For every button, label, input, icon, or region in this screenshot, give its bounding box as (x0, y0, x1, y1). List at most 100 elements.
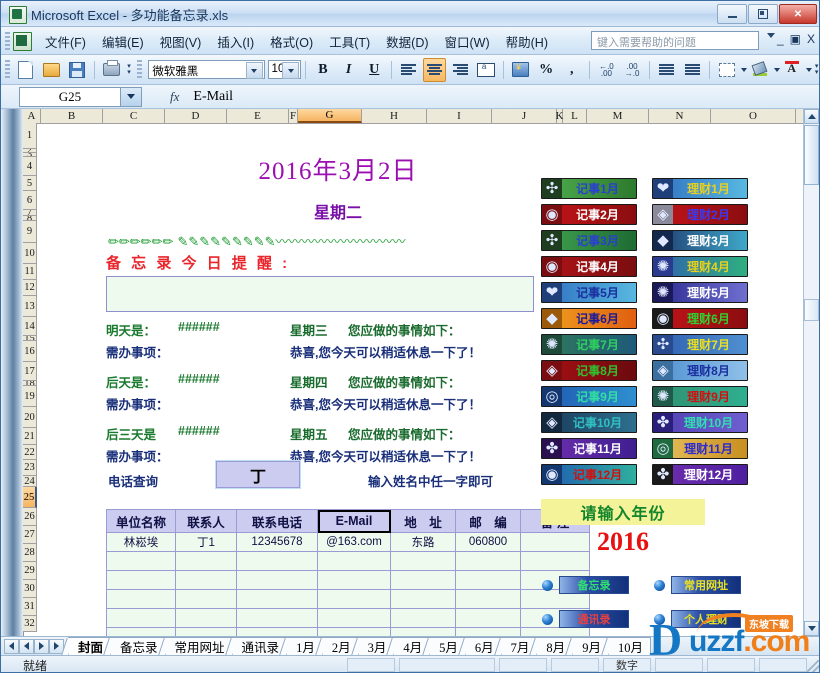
formula-input[interactable]: E-Mail (193, 89, 233, 105)
toolbar-grip-handle[interactable] (5, 59, 10, 80)
row-header-24[interactable]: 24 (23, 476, 37, 487)
row-header-17[interactable]: 17 (23, 362, 37, 381)
finance-button-5[interactable]: ✺ 理财5月 (652, 282, 748, 303)
next-sheet-button[interactable] (34, 638, 49, 654)
contacts-cell-r4-c2[interactable] (236, 608, 318, 628)
contacts-cell-r0-c0[interactable]: 林崧埃 (106, 532, 176, 552)
year-input-value[interactable]: 2016 (541, 527, 705, 557)
column-header-B[interactable]: B (41, 109, 103, 123)
split-pane-grip[interactable] (804, 299, 819, 321)
contacts-cell-r5-c3[interactable] (317, 627, 391, 636)
row-header-6[interactable]: 6 (23, 191, 37, 210)
nav-button-3[interactable]: 个人理财 (671, 610, 741, 628)
minimize-button[interactable] (717, 4, 747, 24)
contacts-cell-r1-c0[interactable] (106, 551, 176, 571)
finance-button-6[interactable]: ◉ 理财6月 (652, 308, 748, 329)
contacts-header-2[interactable]: 联系电话 (236, 509, 318, 533)
bold-button[interactable]: B (311, 58, 335, 82)
vertical-scroll-thumb[interactable] (804, 125, 819, 185)
diary-button-7[interactable]: ✺ 记事7月 (541, 334, 637, 355)
diary-button-10[interactable]: ◈ 记事10月 (541, 412, 637, 433)
italic-button[interactable]: I (337, 58, 361, 82)
name-box-chevron-down-icon[interactable] (121, 86, 142, 107)
save-icon[interactable] (65, 58, 89, 82)
row-header-13[interactable]: 13 (23, 296, 37, 317)
window-resize-grip[interactable] (807, 660, 819, 672)
table-row[interactable] (106, 551, 590, 571)
column-header-J[interactable]: J (492, 109, 557, 123)
row-header-22[interactable]: 22 (23, 445, 37, 460)
row-header-32[interactable]: 32 (23, 616, 37, 632)
ask-a-question-input[interactable]: 键入需要帮助的问题 (591, 31, 759, 50)
column-header-C[interactable]: C (103, 109, 165, 123)
row-header-10[interactable]: 10 (23, 243, 37, 264)
diary-button-6[interactable]: ◆ 记事6月 (541, 308, 637, 329)
row-header-23[interactable]: 23 (23, 460, 37, 476)
contacts-cell-r5-c2[interactable] (236, 627, 318, 636)
contacts-cell-r1-c4[interactable] (390, 551, 456, 571)
align-left-icon[interactable] (397, 58, 421, 82)
nav-button-2[interactable]: 通讯录 (559, 610, 629, 628)
contacts-cell-r2-c5[interactable] (455, 570, 521, 590)
contacts-cell-r3-c3[interactable] (317, 589, 391, 609)
column-header-E[interactable]: E (227, 109, 289, 123)
row-header-14[interactable]: 14 (23, 317, 37, 336)
row-header-12[interactable]: 12 (23, 280, 37, 296)
row-header-4[interactable]: 4 (23, 157, 37, 176)
column-header-L[interactable]: L (563, 109, 587, 123)
doc-minimize-button[interactable]: _ (777, 33, 784, 45)
nav-button-0[interactable]: 备忘录 (559, 576, 629, 594)
menu-item-4[interactable]: 格式(O) (262, 29, 321, 54)
decrease-indent-icon[interactable] (655, 58, 679, 82)
formatting-toolbar-grip-handle[interactable] (137, 59, 143, 80)
menu-item-8[interactable]: 帮助(H) (498, 29, 556, 54)
contacts-cell-r4-c0[interactable] (106, 608, 176, 628)
font-size-combo[interactable]: 10.5 (267, 60, 302, 79)
contacts-header-1[interactable]: 联系人 (175, 509, 237, 533)
comma-format-icon[interactable]: , (560, 58, 584, 82)
contacts-cell-r3-c0[interactable] (106, 589, 176, 609)
menu-item-3[interactable]: 插入(I) (209, 29, 262, 54)
merge-cells-icon[interactable] (474, 58, 498, 82)
contacts-cell-r2-c1[interactable] (175, 570, 237, 590)
column-header-D[interactable]: D (165, 109, 227, 123)
contacts-cell-r3-c1[interactable] (175, 589, 237, 609)
finance-button-12[interactable]: ✤ 理财12月 (652, 464, 748, 485)
diary-button-11[interactable]: ✤ 记事11月 (541, 438, 637, 459)
contacts-cell-r4-c3[interactable] (317, 608, 391, 628)
sheet-tab-通讯录[interactable]: 通讯录 (231, 637, 288, 655)
row-header-11[interactable]: 11 (23, 264, 37, 280)
diary-button-1[interactable]: ✣ 记事1月 (541, 178, 637, 199)
menu-item-5[interactable]: 工具(T) (321, 29, 378, 54)
diary-button-4[interactable]: ◉ 记事4月 (541, 256, 637, 277)
column-header-F[interactable]: F (289, 109, 298, 123)
finance-button-4[interactable]: ✺ 理财4月 (652, 256, 748, 277)
underline-button[interactable]: U (362, 58, 386, 82)
contacts-cell-r3-c4[interactable] (390, 589, 456, 609)
finance-button-1[interactable]: ❤ 理财1月 (652, 178, 748, 199)
sheet-tab-10月[interactable]: 10月 (607, 637, 651, 655)
contacts-cell-r5-c0[interactable] (106, 627, 176, 636)
contacts-cell-r0-c4[interactable]: 东路 (390, 532, 456, 552)
new-document-icon[interactable] (14, 58, 38, 82)
prev-sheet-button[interactable] (19, 638, 34, 654)
row-header-29[interactable]: 29 (23, 562, 37, 580)
print-icon[interactable] (100, 58, 124, 82)
contacts-cell-r5-c4[interactable] (390, 627, 456, 636)
diary-button-3[interactable]: ✣ 记事3月 (541, 230, 637, 251)
scroll-up-button[interactable] (804, 109, 819, 124)
fill-color-icon[interactable] (748, 58, 772, 82)
increase-decimal-icon[interactable]: ←.0.00 (595, 58, 619, 82)
contacts-cell-r0-c2[interactable]: 12345678 (236, 532, 318, 552)
contacts-cell-r0-c3[interactable]: @163.com (317, 532, 391, 552)
font-name-chevron-down-icon[interactable] (245, 62, 263, 79)
finance-button-8[interactable]: ◈ 理财8月 (652, 360, 748, 381)
borders-chevron-down-icon[interactable] (740, 67, 747, 72)
contacts-cell-r0-c1[interactable]: 丁1 (175, 532, 237, 552)
row-header-19[interactable]: 19 (23, 386, 37, 407)
doc-restore-button[interactable]: ▣ (790, 33, 801, 45)
table-row[interactable] (106, 570, 590, 590)
menu-grip-handle[interactable] (5, 32, 10, 50)
contacts-cell-r3-c2[interactable] (236, 589, 318, 609)
finance-button-7[interactable]: ✣ 理财7月 (652, 334, 748, 355)
